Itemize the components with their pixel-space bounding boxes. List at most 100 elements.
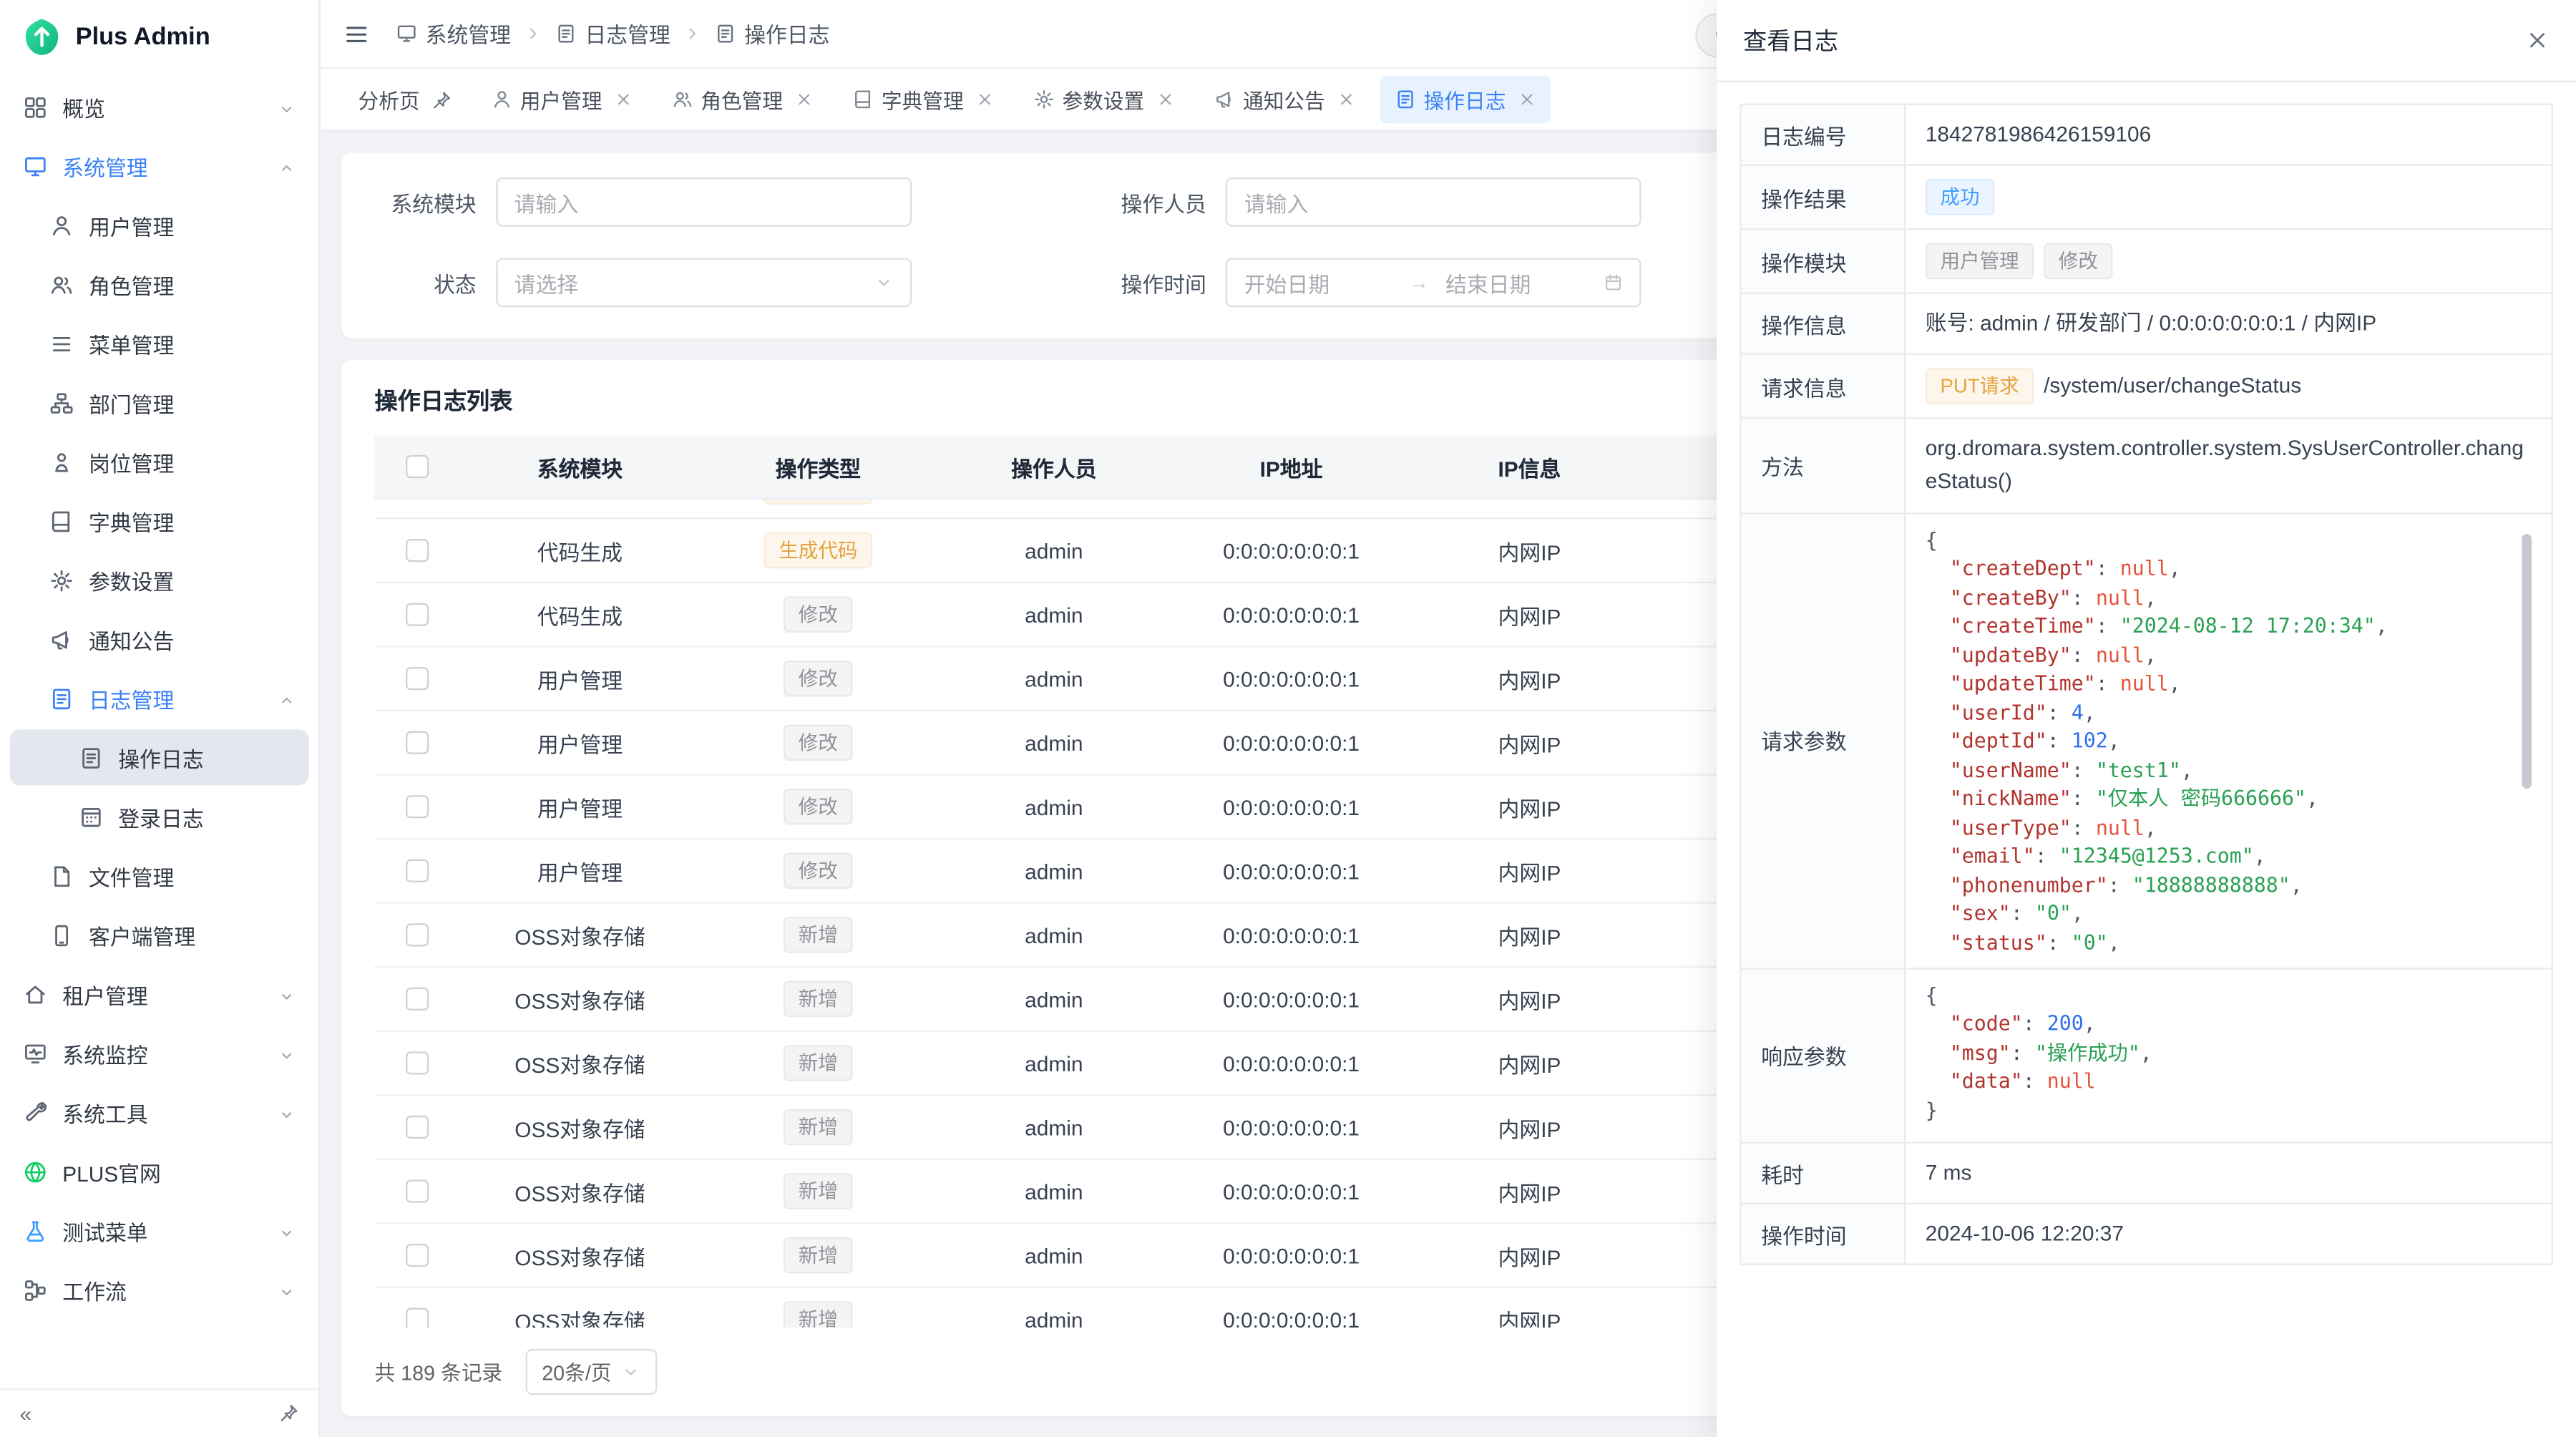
- calendar-icon: [1604, 273, 1624, 293]
- pin-sidebar-icon[interactable]: [279, 1403, 299, 1423]
- code-scroll-area[interactable]: { "createDept": null, "createBy": null, …: [1926, 527, 2532, 950]
- close-icon[interactable]: [2525, 28, 2550, 52]
- sidebar-item[interactable]: 操作日志: [10, 729, 309, 785]
- tab[interactable]: 角色管理: [656, 76, 827, 124]
- sidebar-item[interactable]: 字典管理: [10, 493, 309, 549]
- workflow-icon: [23, 1277, 47, 1302]
- tab-close-icon[interactable]: [1156, 90, 1174, 108]
- sidebar-item[interactable]: 文件管理: [10, 848, 309, 904]
- monitor-icon: [23, 1041, 47, 1065]
- arrow-right-icon: →: [1402, 271, 1435, 294]
- scrollbar[interactable]: [2522, 533, 2532, 944]
- detail-row: 方法org.dromara.system.controller.system.S…: [1742, 419, 2552, 514]
- sidebar-item[interactable]: 租户管理: [10, 966, 309, 1022]
- sidebar-item[interactable]: 参数设置: [10, 552, 309, 608]
- detail-value: 用户管理修改: [1906, 230, 2551, 293]
- cell-action: 新增: [700, 1032, 937, 1094]
- sidebar-item[interactable]: 角色管理: [10, 256, 309, 312]
- tab[interactable]: 字典管理: [837, 76, 1008, 124]
- breadcrumb: 系统管理 日志管理 操作日志: [396, 18, 829, 49]
- filter-daterange[interactable]: 开始日期→结束日期: [1226, 258, 1641, 307]
- sidebar-item[interactable]: 登录日志: [10, 789, 309, 844]
- tab-label: 参数设置: [1062, 84, 1144, 115]
- tab[interactable]: 参数设置: [1018, 76, 1189, 124]
- tab-close-icon[interactable]: [1337, 90, 1355, 108]
- breadcrumb-item[interactable]: 日志管理: [555, 18, 670, 49]
- row-checkbox[interactable]: [406, 795, 429, 818]
- sidebar-item[interactable]: 工作流: [10, 1262, 309, 1317]
- action-tag: 新增: [784, 1173, 852, 1209]
- tab-close-icon[interactable]: [1518, 90, 1536, 108]
- sidebar-item[interactable]: 用户管理: [10, 198, 309, 253]
- cell-ip: 0:0:0:0:0:0:0:1: [1171, 1032, 1411, 1094]
- sidebar-item[interactable]: 系统监控: [10, 1026, 309, 1081]
- tab[interactable]: 用户管理: [476, 76, 647, 124]
- cell-action: 新增: [700, 1096, 937, 1158]
- cell-ip-info: 内网IP: [1411, 711, 1648, 774]
- row-checkbox[interactable]: [406, 859, 429, 882]
- collapse-sidebar-icon[interactable]: «: [20, 1403, 32, 1424]
- sidebar-item[interactable]: 岗位管理: [10, 434, 309, 489]
- pin-icon: [431, 89, 452, 109]
- chevron-down-icon: [621, 1362, 641, 1382]
- detail-value: 7 ms: [1906, 1144, 2551, 1203]
- row-checkbox[interactable]: [406, 1244, 429, 1267]
- sidebar-item[interactable]: 通知公告: [10, 611, 309, 667]
- row-checkbox[interactable]: [406, 1179, 429, 1202]
- column-header[interactable]: IP信息: [1411, 435, 1648, 497]
- sidebar-item[interactable]: 菜单管理: [10, 316, 309, 371]
- row-checkbox[interactable]: [406, 988, 429, 1010]
- row-checkbox[interactable]: [406, 603, 429, 626]
- detail-row: 请求参数{ "createDept": null, "createBy": nu…: [1742, 514, 2552, 969]
- cell-operator: admin: [937, 968, 1171, 1030]
- cell-module: 代码生成: [460, 500, 700, 517]
- sidebar-item[interactable]: PLUS官网: [10, 1144, 309, 1199]
- role-icon: [671, 89, 693, 110]
- page-size-select[interactable]: 20条/页: [525, 1348, 658, 1394]
- cell-module: OSS对象存储: [460, 1288, 700, 1327]
- breadcrumb-label: 操作日志: [744, 18, 829, 49]
- hamburger-menu-icon[interactable]: [343, 21, 370, 47]
- tab[interactable]: 操作日志: [1380, 76, 1551, 124]
- row-checkbox[interactable]: [406, 1051, 429, 1074]
- scrollbar-thumb[interactable]: [2522, 533, 2532, 788]
- filter-input[interactable]: 请输入: [1226, 177, 1641, 227]
- cell-ip: 0:0:0:0:0:0:0:1: [1171, 1160, 1411, 1222]
- sidebar-item[interactable]: 部门管理: [10, 374, 309, 430]
- tab[interactable]: 分析页: [343, 76, 466, 124]
- cell-ip: 0:0:0:0:0:0:0:1: [1171, 776, 1411, 838]
- column-header[interactable]: 操作类型: [700, 435, 937, 497]
- app-logo[interactable]: Plus Admin: [0, 0, 318, 72]
- row-checkbox[interactable]: [406, 539, 429, 562]
- row-checkbox[interactable]: [406, 1116, 429, 1139]
- row-checkbox[interactable]: [406, 731, 429, 754]
- select-all-checkbox[interactable]: [406, 455, 429, 478]
- chevron-up-icon: [278, 157, 296, 175]
- row-checkbox[interactable]: [406, 1308, 429, 1328]
- row-checkbox[interactable]: [406, 667, 429, 690]
- row-checkbox[interactable]: [406, 923, 429, 946]
- column-header[interactable]: IP地址: [1171, 435, 1411, 497]
- sidebar-item[interactable]: 系统工具: [10, 1084, 309, 1140]
- sidebar-item[interactable]: 客户端管理: [10, 907, 309, 963]
- cell-ip: 0:0:0:0:0:0:0:1: [1171, 1288, 1411, 1327]
- tab-close-icon[interactable]: [794, 90, 812, 108]
- column-header[interactable]: 操作人员: [937, 435, 1171, 497]
- sidebar-item[interactable]: 测试菜单: [10, 1203, 309, 1259]
- tab[interactable]: 通知公告: [1199, 76, 1370, 124]
- tab-close-icon[interactable]: [614, 90, 632, 108]
- cell-ip-info: 内网IP: [1411, 500, 1648, 517]
- filter-input[interactable]: 请输入: [496, 177, 912, 227]
- sidebar-item-label: 通知公告: [89, 623, 174, 655]
- detail-label: 日志编号: [1742, 105, 1906, 165]
- breadcrumb-item[interactable]: 系统管理: [396, 18, 511, 49]
- sidebar-item[interactable]: 概览: [10, 79, 309, 135]
- tab-close-icon[interactable]: [975, 90, 993, 108]
- cell-ip-info: 内网IP: [1411, 968, 1648, 1030]
- sidebar-item[interactable]: 系统管理: [10, 138, 309, 194]
- column-header[interactable]: 系统模块: [460, 435, 700, 497]
- breadcrumb-item[interactable]: 操作日志: [715, 18, 830, 49]
- sidebar-item[interactable]: 日志管理: [10, 671, 309, 726]
- filter-select[interactable]: 请选择: [496, 258, 912, 307]
- role-icon: [49, 272, 74, 296]
